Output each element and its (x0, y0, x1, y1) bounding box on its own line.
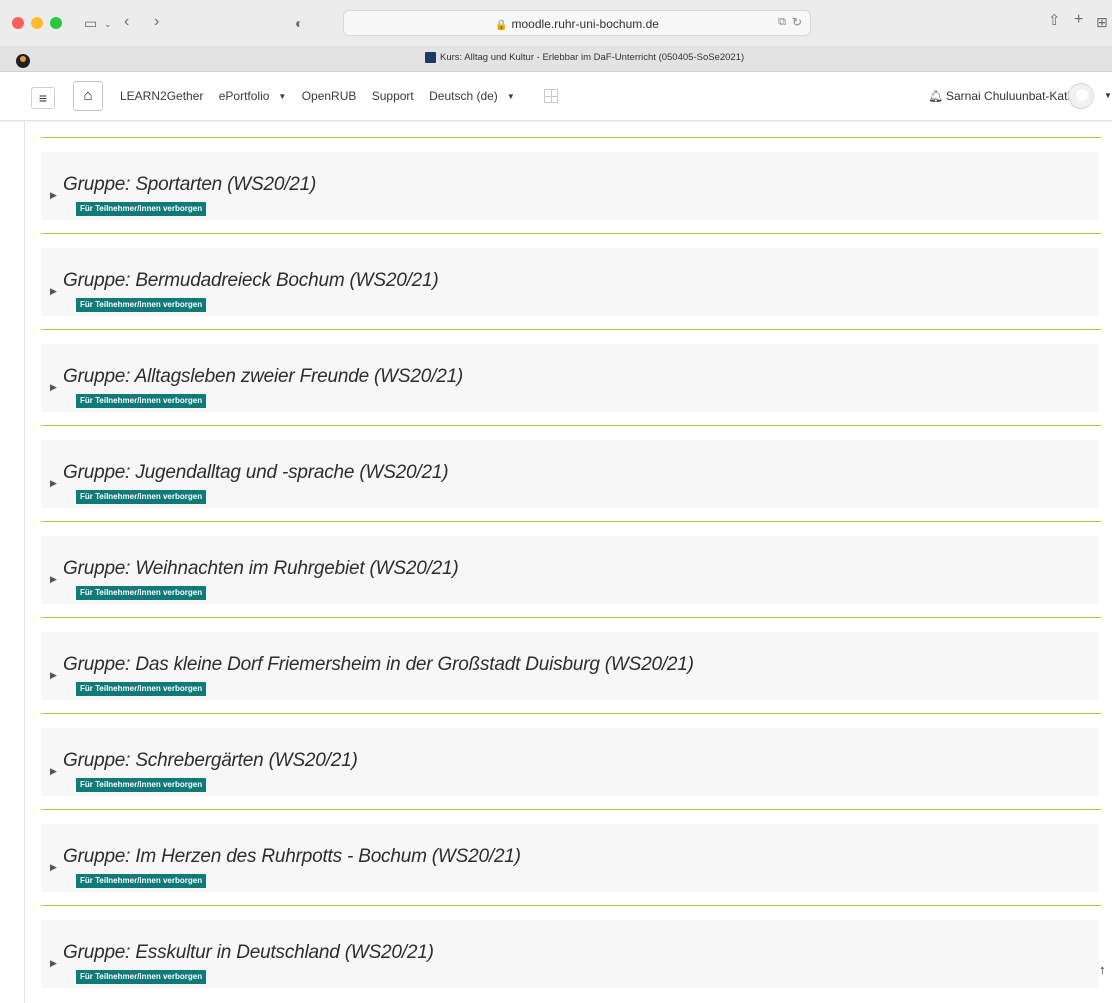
home-icon: ⌂ (83, 87, 93, 104)
translate-icon[interactable]: ⧉ (778, 16, 786, 29)
user-name[interactable]: Sarnai Chuluunbat-Kath (946, 89, 1074, 103)
group-card[interactable]: ▶ Gruppe: Sportarten (WS20/21) Für Teiln… (41, 152, 1099, 220)
group-title[interactable]: Gruppe: Esskultur in Deutschland (WS20/2… (63, 942, 434, 964)
forward-icon[interactable]: › (154, 14, 159, 30)
bell-icon[interactable]: 🔔︎ (928, 89, 943, 103)
nav-link-label: OpenRUB (301, 89, 357, 103)
group-section: ▶ Gruppe: Schrebergärten (WS20/21) Für T… (41, 714, 1101, 810)
new-tab-icon[interactable]: + (1074, 12, 1083, 28)
nav-link-label: Deutsch (de) (429, 89, 498, 103)
group-section: ▶ Gruppe: Im Herzen des Ruhrpotts - Boch… (41, 810, 1101, 906)
expand-triangle-icon[interactable]: ▶ (50, 766, 57, 777)
back-icon[interactable]: ‹ (124, 14, 129, 30)
expand-triangle-icon[interactable]: ▶ (50, 190, 57, 201)
nav-link-label: LEARN2Gether (120, 89, 204, 103)
course-content: ▶ Gruppe: Sportarten (WS20/21) Für Teiln… (24, 121, 1112, 1003)
expand-triangle-icon[interactable]: ▶ (50, 958, 57, 969)
expand-triangle-icon[interactable]: ▶ (50, 286, 57, 297)
group-card[interactable]: ▶ Gruppe: Im Herzen des Ruhrpotts - Boch… (41, 824, 1099, 892)
nav-link-label: Support (371, 89, 414, 103)
share-icon[interactable]: ⇧ (1048, 13, 1061, 28)
zoom-window-button[interactable] (50, 17, 62, 29)
hidden-badge: Für Teilnehmer/innen verborgen (76, 586, 207, 600)
nav-link-eportfolio[interactable]: ePortfolio ▼ (219, 89, 293, 103)
group-card[interactable]: ▶ Gruppe: Jugendalltag und -sprache (WS2… (41, 440, 1099, 508)
tab-title[interactable]: Kurs: Alltag und Kultur - Erlebbar im Da… (440, 52, 744, 63)
pinned-tab-icon[interactable] (16, 54, 30, 68)
browser-tabbar: Kurs: Alltag und Kultur - Erlebbar im Da… (0, 46, 1112, 72)
address-bar[interactable]: 🔒 moodle.ruhr-uni-bochum.de ⧉ ↻ (343, 10, 811, 36)
group-title[interactable]: Gruppe: Schrebergärten (WS20/21) (63, 750, 358, 772)
hidden-badge: Für Teilnehmer/innen verborgen (76, 778, 207, 792)
expand-triangle-icon[interactable]: ▶ (50, 574, 57, 585)
expand-triangle-icon[interactable]: ▶ (50, 862, 57, 873)
url-value: moodle.ruhr-uni-bochum.de (511, 17, 659, 31)
group-card[interactable]: ▶ Gruppe: Bermudadreieck Bochum (WS20/21… (41, 248, 1099, 316)
group-title[interactable]: Gruppe: Bermudadreieck Bochum (WS20/21) (63, 270, 439, 292)
hidden-badge: Für Teilnehmer/innen verborgen (76, 394, 207, 408)
nav-link-support[interactable]: Support (372, 89, 420, 103)
tab-overview-icon[interactable]: ⊞ (1096, 15, 1108, 29)
nav-links: LEARN2Gether ePortfolio ▼ OpenRUB Support… (120, 89, 564, 103)
group-section: ▶ Gruppe: Das kleine Dorf Friemersheim i… (41, 618, 1101, 714)
reload-icon[interactable]: ↻ (792, 15, 802, 29)
group-card[interactable]: ▶ Gruppe: Alltagsleben zweier Freunde (W… (41, 344, 1099, 412)
avatar[interactable] (1068, 83, 1094, 109)
group-section: ▶ Gruppe: Jugendalltag und -sprache (WS2… (41, 426, 1101, 522)
expand-triangle-icon[interactable]: ▶ (50, 478, 57, 489)
group-section: ▶ Gruppe: Alltagsleben zweier Freunde (W… (41, 330, 1101, 426)
group-section: ▶ Gruppe: Esskultur in Deutschland (WS20… (41, 906, 1101, 1002)
group-title[interactable]: Gruppe: Im Herzen des Ruhrpotts - Bochum… (63, 846, 521, 868)
lock-icon: 🔒 (495, 20, 508, 31)
hidden-badge: Für Teilnehmer/innen verborgen (76, 682, 207, 696)
group-card[interactable]: ▶ Gruppe: Schrebergärten (WS20/21) Für T… (41, 728, 1099, 796)
back-to-top-icon[interactable]: ↑ (1099, 962, 1106, 977)
privacy-shield-icon[interactable]: ◐ (295, 16, 303, 30)
expand-triangle-icon[interactable]: ▶ (50, 382, 57, 393)
group-title[interactable]: Gruppe: Weihnachten im Ruhrgebiet (WS20/… (63, 558, 459, 580)
nav-link-label: ePortfolio (218, 89, 270, 103)
group-section: ▶ Gruppe: Bermudadreieck Bochum (WS20/21… (41, 234, 1101, 330)
url-text: 🔒 moodle.ruhr-uni-bochum.de (344, 17, 810, 31)
hidden-badge: Für Teilnehmer/innen verborgen (76, 490, 207, 504)
group-card[interactable]: ▶ Gruppe: Esskultur in Deutschland (WS20… (41, 920, 1099, 988)
group-title[interactable]: Gruppe: Alltagsleben zweier Freunde (WS2… (63, 366, 463, 388)
nav-link-learn2gether[interactable]: LEARN2Gether (120, 89, 209, 103)
rub-favicon-icon (425, 52, 436, 63)
group-title[interactable]: Gruppe: Das kleine Dorf Friemersheim in … (63, 654, 694, 676)
nav-link-openrub[interactable]: OpenRUB (302, 89, 363, 103)
expand-triangle-icon[interactable]: ▶ (50, 670, 57, 681)
hidden-badge: Für Teilnehmer/innen verborgen (76, 202, 207, 216)
chevron-down-icon[interactable]: ⌄ (104, 17, 112, 31)
group-card[interactable]: ▶ Gruppe: Weihnachten im Ruhrgebiet (WS2… (41, 536, 1099, 604)
moodle-navbar: ≡ ⌂ LEARN2Gether ePortfolio ▼ OpenRUB Sup… (0, 73, 1112, 121)
menu-toggle-button[interactable]: ≡ (31, 87, 55, 109)
browser-titlebar: ▭ ⌄ ‹ › ◐ 🔒 moodle.ruhr-uni-bochum.de ⧉ ↻… (0, 0, 1112, 46)
language-menu[interactable]: Deutsch (de) ▼ (429, 89, 521, 103)
group-section: ▶ Gruppe: Weihnachten im Ruhrgebiet (WS2… (41, 522, 1101, 618)
caret-down-icon[interactable]: ▼ (1104, 91, 1112, 100)
group-card[interactable]: ▶ Gruppe: Das kleine Dorf Friemersheim i… (41, 632, 1099, 700)
group-section: ▶ Gruppe: Sportarten (WS20/21) Für Teiln… (41, 138, 1101, 234)
caret-down-icon: ▼ (506, 92, 515, 101)
caret-down-icon: ▼ (278, 92, 287, 101)
group-title[interactable]: Gruppe: Sportarten (WS20/21) (63, 174, 316, 196)
minimize-window-button[interactable] (31, 17, 43, 29)
home-button[interactable]: ⌂ (73, 81, 103, 111)
hidden-badge: Für Teilnehmer/innen verborgen (76, 874, 207, 888)
grid-icon[interactable] (544, 89, 559, 103)
group-title[interactable]: Gruppe: Jugendalltag und -sprache (WS20/… (63, 462, 449, 484)
hidden-badge: Für Teilnehmer/innen verborgen (76, 298, 207, 312)
sidebar-toggle-icon[interactable]: ▭ (84, 16, 97, 30)
hamburger-icon: ≡ (38, 90, 48, 106)
hidden-badge: Für Teilnehmer/innen verborgen (76, 970, 207, 984)
close-window-button[interactable] (12, 17, 24, 29)
